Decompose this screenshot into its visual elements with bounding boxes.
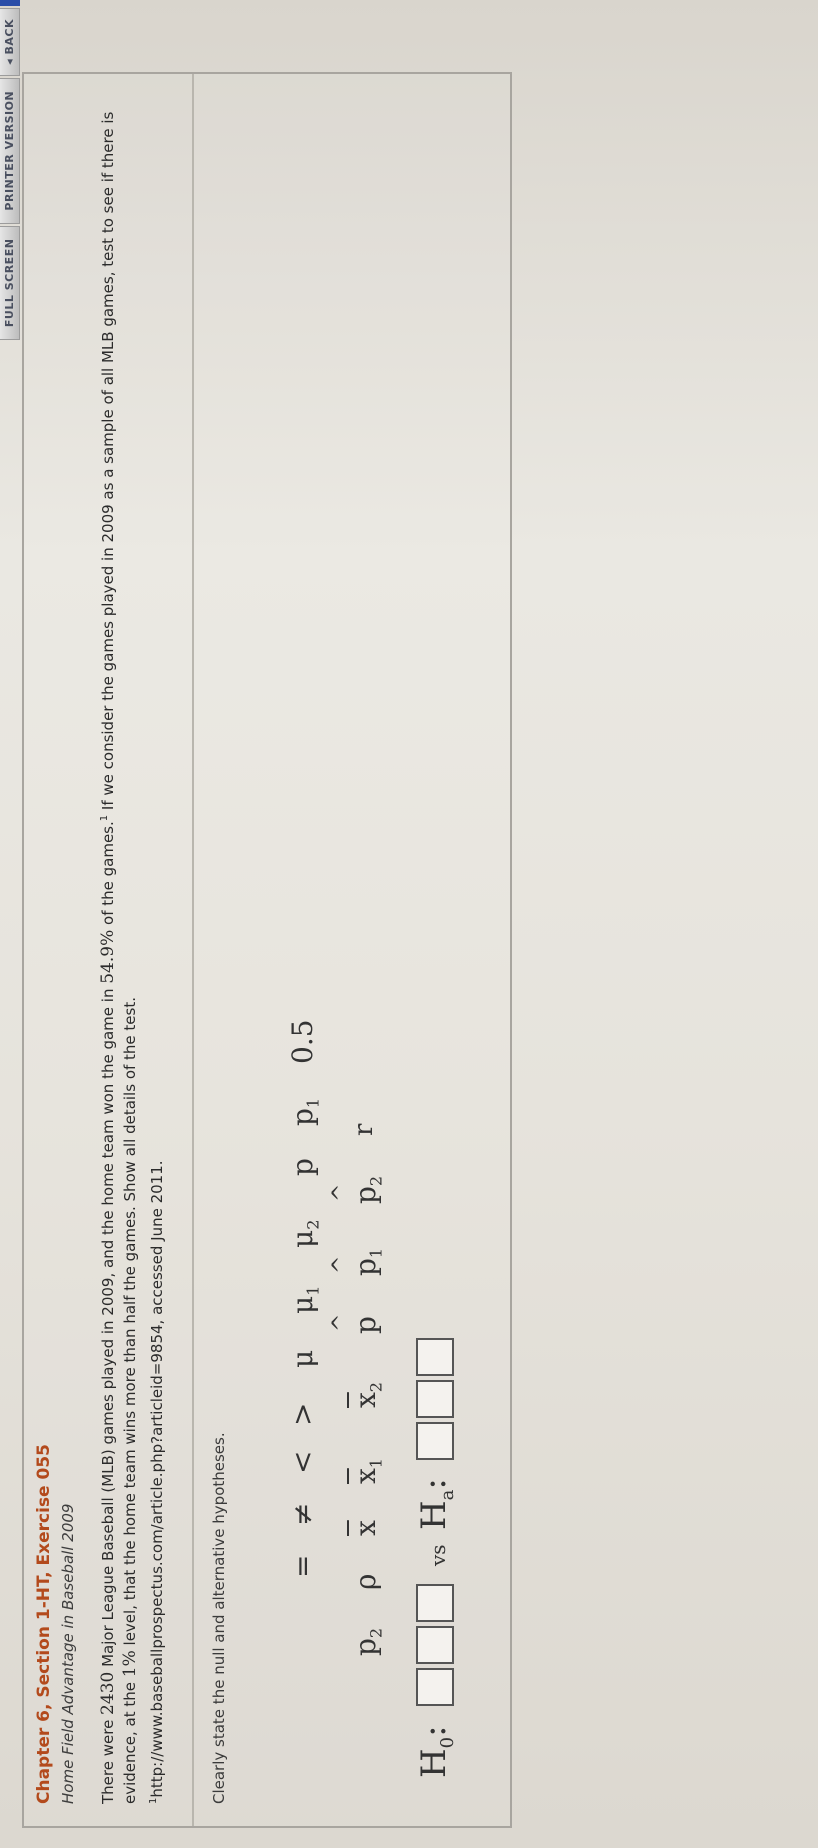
palette-xbar2[interactable]: x2 <box>349 1382 386 1408</box>
screen: FULL SCREEN PRINTER VERSION ◂ BACK Chapt… <box>0 0 818 1848</box>
ha-label: Ha: <box>414 1478 458 1530</box>
toolbar-corner <box>0 0 20 6</box>
palette-xbar1[interactable]: x1 <box>349 1458 386 1484</box>
exercise-subtitle: Home Field Advantage in Baseball 2009 <box>59 1503 77 1804</box>
statement-text-3: of the games. <box>99 821 117 930</box>
palette-mu2[interactable]: μ2 <box>286 1220 323 1248</box>
palette-phat1[interactable]: p1 <box>349 1248 386 1276</box>
palette-not-equal[interactable]: ≠ <box>286 1503 319 1526</box>
footnote-number: 1 <box>148 1797 159 1804</box>
back-button[interactable]: ◂ BACK <box>0 8 20 76</box>
ha-value-box[interactable] <box>416 1338 454 1376</box>
ha-operator-box[interactable] <box>416 1380 454 1418</box>
divider <box>192 74 194 1826</box>
h0-value-box[interactable] <box>416 1584 454 1622</box>
palette-less-than[interactable]: < <box>286 1451 319 1474</box>
hypotheses-entry: H0: vs Ha: <box>414 978 494 1778</box>
toolbar: FULL SCREEN PRINTER VERSION ◂ BACK <box>0 0 20 341</box>
games-count: 2430 <box>98 1671 118 1715</box>
palette-equals[interactable]: = <box>286 1555 319 1578</box>
statement-text-5: level, that the home team wins more than… <box>121 997 139 1651</box>
ha-parameter-box[interactable] <box>416 1422 454 1460</box>
palette-r[interactable]: r <box>349 1124 379 1136</box>
statement-text-2: Major League Baseball (MLB) games played… <box>99 983 117 1672</box>
palette-rho[interactable]: ρ <box>349 1574 382 1590</box>
problem-statement: There were 2430 Major League Baseball (M… <box>94 79 141 1804</box>
palette-phat[interactable]: p <box>349 1316 382 1334</box>
palette-half[interactable]: 0.5 <box>286 1019 319 1064</box>
hypotheses-prompt: Clearly state the null and alternative h… <box>210 1432 228 1804</box>
h0-operator-box[interactable] <box>416 1626 454 1664</box>
h0-parameter-box[interactable] <box>416 1668 454 1706</box>
palette-p1[interactable]: p1 <box>286 1098 323 1126</box>
home-win-percent: 54.9% <box>98 929 118 984</box>
footnote-marker: 1 <box>99 814 110 822</box>
question-panel: Chapter 6, Section 1-HT, Exercise 055 Ho… <box>22 72 512 1828</box>
palette-mu[interactable]: μ <box>286 1350 319 1368</box>
palette-p2[interactable]: p2 <box>349 1628 386 1656</box>
exercise-title: Chapter 6, Section 1-HT, Exercise 055 <box>34 1444 54 1804</box>
palette-xbar[interactable]: x <box>349 1520 382 1536</box>
statement-text-1: There were <box>99 1714 117 1804</box>
significance-level: 1% <box>120 1650 140 1678</box>
palette-greater-than[interactable]: > <box>286 1403 319 1426</box>
palette-mu1[interactable]: μ1 <box>286 1286 323 1314</box>
footnote: 1http://www.baseballprospectus.com/artic… <box>148 1160 166 1804</box>
h0-label: H0: <box>414 1725 458 1778</box>
footnote-link[interactable]: http://www.baseballprospectus.com/articl… <box>148 1160 166 1797</box>
fullscreen-button[interactable]: FULL SCREEN <box>0 225 20 341</box>
printer-version-button[interactable]: PRINTER VERSION <box>0 77 20 224</box>
palette-p[interactable]: p <box>286 1158 319 1176</box>
vs-label: vs <box>426 1544 450 1566</box>
palette-phat2[interactable]: p2 <box>349 1176 386 1204</box>
